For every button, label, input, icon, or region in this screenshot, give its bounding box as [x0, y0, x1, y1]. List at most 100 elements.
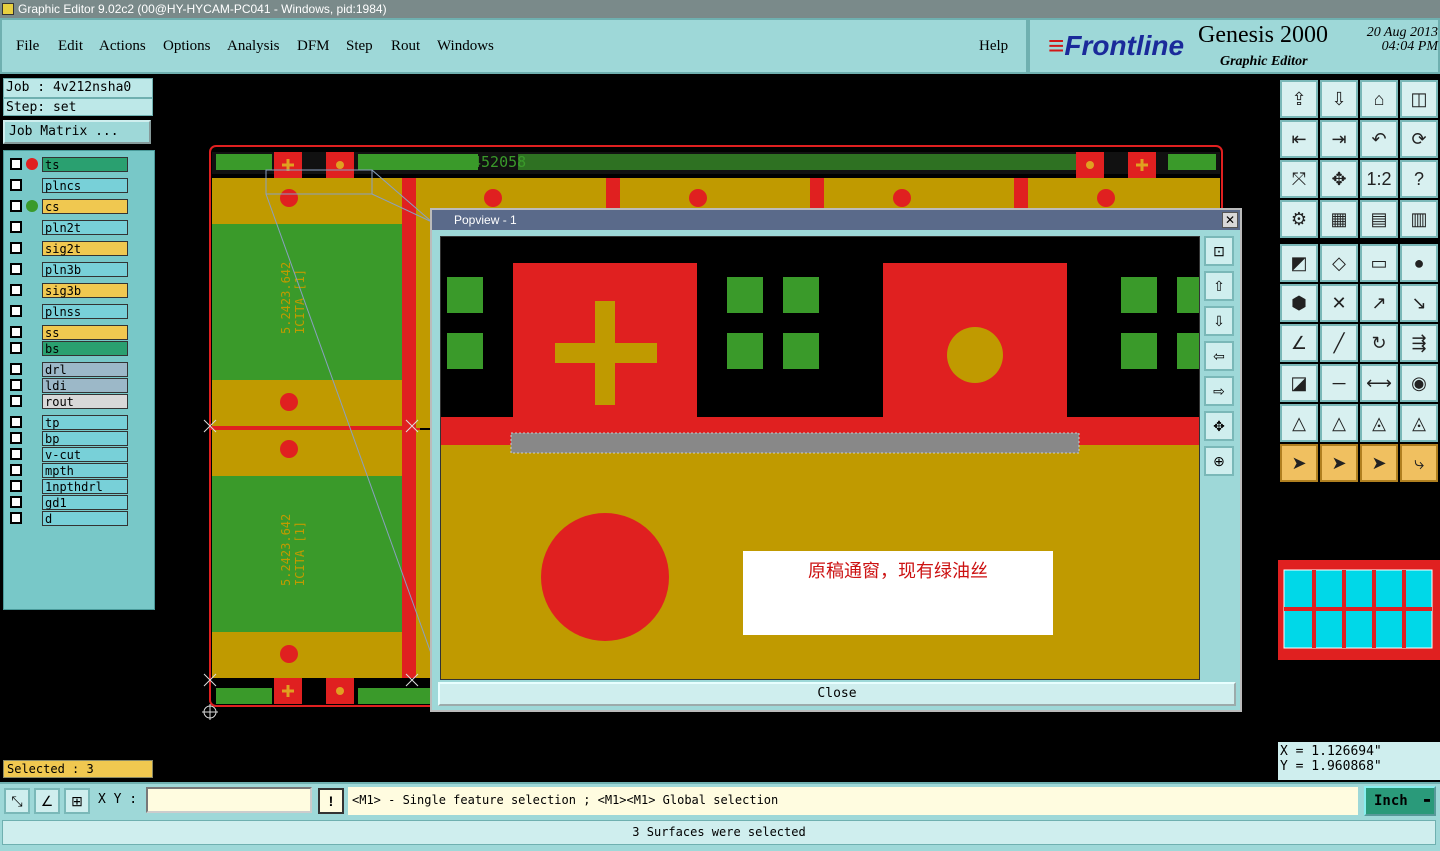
pan-icon[interactable]: ✥ — [1320, 160, 1358, 198]
scale-icon[interactable]: 1:2 — [1360, 160, 1398, 198]
tri3-icon[interactable]: ◬ — [1360, 404, 1398, 442]
layer-name[interactable]: plncs — [42, 178, 128, 193]
layers-color-icon[interactable]: ▤ — [1360, 200, 1398, 238]
layer-row-pln3b[interactable]: pln3b — [8, 262, 128, 277]
menu-edit[interactable]: Edit — [58, 38, 83, 55]
layer-name[interactable]: tp — [42, 415, 128, 430]
layer-checkbox[interactable] — [10, 496, 22, 508]
angle-icon[interactable]: ∠ — [1280, 324, 1318, 362]
layer-checkbox[interactable] — [10, 379, 22, 391]
layer-name[interactable]: v-cut — [42, 447, 128, 462]
layer-checkbox[interactable] — [10, 284, 22, 296]
layer-checkbox[interactable] — [10, 305, 22, 317]
arc-icon[interactable]: ↻ — [1360, 324, 1398, 362]
layer-row-bp[interactable]: bp — [8, 431, 128, 446]
redraw-icon[interactable]: ⟳ — [1400, 120, 1438, 158]
split-icon[interactable]: ◫ — [1400, 80, 1438, 118]
layer-row-mpth[interactable]: mpth — [8, 463, 128, 478]
help-icon[interactable]: ? — [1400, 160, 1438, 198]
layer-name[interactable]: d — [42, 511, 128, 526]
layer-name[interactable]: plnss — [42, 304, 128, 319]
layer-checkbox[interactable] — [10, 480, 22, 492]
layer-row-plncs[interactable]: plncs — [8, 178, 128, 193]
route-icon[interactable]: ⤷ — [1400, 444, 1438, 482]
units-selector[interactable]: Inch ▬ — [1364, 786, 1436, 816]
layer-checkbox[interactable] — [10, 512, 22, 524]
layer-name[interactable]: ts — [42, 157, 128, 172]
layer-name[interactable]: gd1 — [42, 495, 128, 510]
layer-name[interactable]: drl — [42, 362, 128, 377]
layer-row-bs[interactable]: bs — [8, 341, 128, 356]
layer-name[interactable]: mpth — [42, 463, 128, 478]
layer-row-sig2t[interactable]: sig2t — [8, 241, 128, 256]
snap-icon[interactable]: ⇶ — [1400, 324, 1438, 362]
line-icon[interactable]: ╱ — [1320, 324, 1358, 362]
layer-checkbox[interactable] — [10, 432, 22, 444]
popview-canvas[interactable]: 原稿通窗，现有绿油丝 — [440, 236, 1200, 680]
window-down-icon[interactable]: ⇩ — [1320, 80, 1358, 118]
layer-name[interactable]: ss — [42, 325, 128, 340]
layer-row-tp[interactable]: tp — [8, 415, 128, 430]
outline-icon[interactable]: ◇ — [1320, 244, 1358, 282]
pop-center-icon[interactable]: ⊕ — [1204, 446, 1234, 476]
copy-icon[interactable]: ↘ — [1400, 284, 1438, 322]
overview-map[interactable] — [1278, 560, 1440, 672]
menu-help[interactable]: Help — [979, 38, 1008, 55]
select2-icon[interactable]: ➤ — [1320, 444, 1358, 482]
ruler-icon[interactable]: ▭ — [1360, 244, 1398, 282]
grid-icon[interactable]: ▦ — [1320, 200, 1358, 238]
zoom-back-icon[interactable]: ↶ — [1360, 120, 1398, 158]
measure-icon[interactable]: ⟷ — [1360, 364, 1398, 402]
layer-checkbox[interactable] — [10, 363, 22, 375]
layer-row-pln2t[interactable]: pln2t — [8, 220, 128, 235]
layer-row-ts[interactable]: ts — [8, 157, 128, 172]
delete-icon[interactable]: ✕ — [1320, 284, 1358, 322]
job-matrix-button[interactable]: Job Matrix ... — [3, 120, 151, 144]
layer-checkbox[interactable] — [10, 395, 22, 407]
layer-row-rout[interactable]: rout — [8, 394, 128, 409]
layer-row-drl[interactable]: drl — [8, 362, 128, 377]
menu-options[interactable]: Options — [163, 38, 211, 55]
layer-name[interactable]: bp — [42, 431, 128, 446]
measure-icon[interactable]: ∠ — [34, 788, 60, 814]
house-icon[interactable]: ⌂ — [1360, 80, 1398, 118]
pad-icon[interactable]: ◩ — [1280, 244, 1318, 282]
layer-checkbox[interactable] — [10, 464, 22, 476]
popview-close-icon[interactable]: ✕ — [1222, 212, 1238, 228]
select3-icon[interactable]: ➤ — [1360, 444, 1398, 482]
menu-file[interactable]: File — [16, 38, 39, 55]
menu-analysis[interactable]: Analysis — [227, 38, 280, 55]
tri-icon[interactable]: △ — [1280, 404, 1318, 442]
zoom-fit-icon[interactable]: ⤧ — [1280, 160, 1318, 198]
pop-expand-icon[interactable]: ✥ — [1204, 411, 1234, 441]
cut-icon[interactable]: ─ — [1320, 364, 1358, 402]
menu-dfm[interactable]: DFM — [297, 38, 330, 55]
tri4-icon[interactable]: ◬ — [1400, 404, 1438, 442]
layer-name[interactable]: pln2t — [42, 220, 128, 235]
layer-name[interactable]: bs — [42, 341, 128, 356]
layer-row-cs[interactable]: cs — [8, 199, 128, 214]
menu-actions[interactable]: Actions — [99, 38, 146, 55]
layer-row-ss[interactable]: ss — [8, 325, 128, 340]
zoom-right-icon[interactable]: ⇥ — [1320, 120, 1358, 158]
pop-pan-left-icon[interactable]: ⇦ — [1204, 341, 1234, 371]
layer-row-v-cut[interactable]: v-cut — [8, 447, 128, 462]
move-icon[interactable]: ↗ — [1360, 284, 1398, 322]
layer-row-plnss[interactable]: plnss — [8, 304, 128, 319]
layer-name[interactable]: cs — [42, 199, 128, 214]
layer-name[interactable]: pln3b — [42, 262, 128, 277]
layer-checkbox[interactable] — [10, 200, 22, 212]
window-home-icon[interactable]: ⇪ — [1280, 80, 1318, 118]
dot-icon[interactable]: ● — [1400, 244, 1438, 282]
layer-checkbox[interactable] — [10, 263, 22, 275]
layer-row-sig3b[interactable]: sig3b — [8, 283, 128, 298]
layer-row-1npthdrl[interactable]: 1npthdrl — [8, 479, 128, 494]
pop-zoom-fit-icon[interactable]: ⊡ — [1204, 236, 1234, 266]
alert-button[interactable]: ! — [318, 788, 344, 814]
layer-row-ldi[interactable]: ldi — [8, 378, 128, 393]
layer-checkbox[interactable] — [10, 342, 22, 354]
layer-checkbox[interactable] — [10, 221, 22, 233]
pad-sel-icon[interactable]: ◪ — [1280, 364, 1318, 402]
menu-windows[interactable]: Windows — [437, 38, 494, 55]
layer-checkbox[interactable] — [10, 448, 22, 460]
